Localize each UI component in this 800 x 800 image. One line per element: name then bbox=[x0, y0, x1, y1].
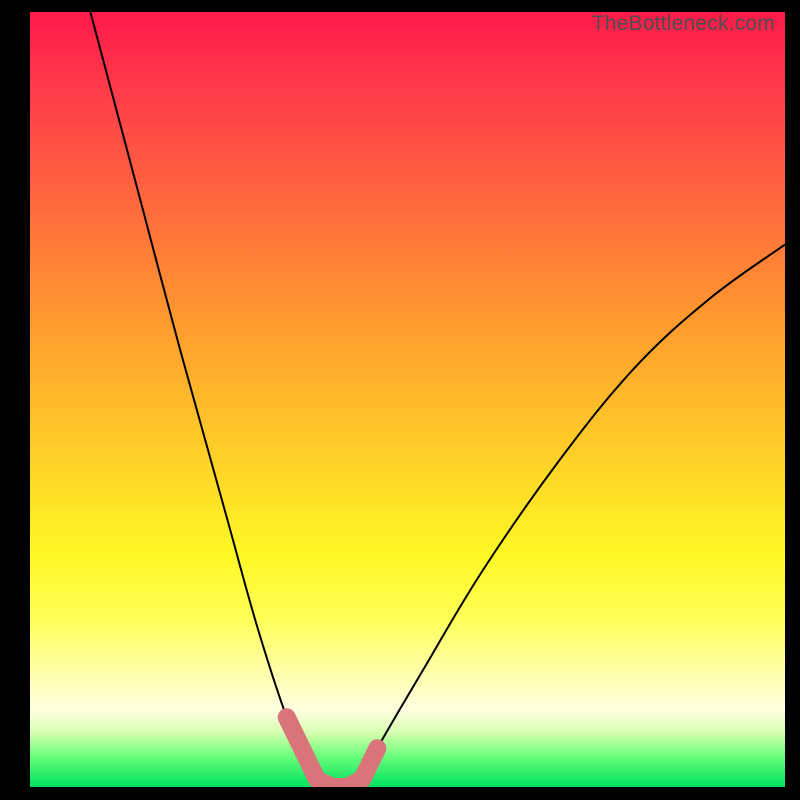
bottleneck-curve bbox=[90, 12, 785, 787]
optimal-region-marker bbox=[287, 717, 378, 787]
bottleneck-curve-svg bbox=[30, 12, 785, 787]
chart-plot-area: TheBottleneck.com bbox=[30, 12, 785, 787]
